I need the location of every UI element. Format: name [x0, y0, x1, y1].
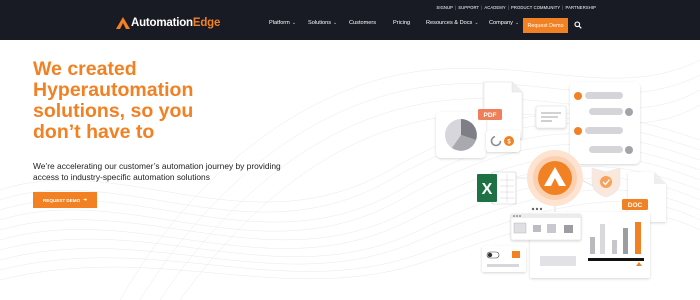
nav-solutions[interactable]: Solutions ⌄	[308, 20, 337, 26]
nav-company[interactable]: Company ⌄	[489, 20, 519, 26]
shield-check-icon	[591, 167, 621, 198]
nav-platform-label: Platform	[269, 20, 290, 26]
nav-customers[interactable]: Customers	[349, 20, 376, 26]
utility-links: SIGNUP | SUPPORT | ACADEMY | PRODUCT COMMUNITY…	[436, 5, 596, 10]
nav-pricing[interactable]: Pricing	[393, 20, 410, 26]
window-dots-icon	[531, 207, 543, 211]
automation-illustration: PDF $ X DOC	[436, 81, 666, 278]
automation-hub-icon	[527, 150, 583, 206]
site-header: SIGNUP | SUPPORT | ACADEMY | PRODUCT COMMUNITY…	[0, 0, 700, 40]
hero-subheadline: We’re accelerating our customer’s automa…	[33, 161, 281, 182]
pdf-tag: PDF	[478, 109, 502, 120]
progress-placeholder	[540, 256, 576, 266]
doc-tag: DOC	[622, 199, 648, 210]
nav-resources-label: Resources & Docs	[426, 20, 473, 26]
hero-cta-label: REQUEST DEMO	[42, 197, 81, 203]
main-nav: Platform ⌄ Solutions ⌄ Customers Pricing R…	[0, 18, 700, 34]
nav-customers-label: Customers	[349, 20, 377, 26]
support-link[interactable]: SUPPORT	[458, 5, 479, 10]
signup-link[interactable]: SIGNUP	[436, 5, 453, 10]
academy-link[interactable]: ACADEMY	[484, 5, 505, 10]
hero-request-demo-button[interactable]: REQUEST DEMO ➔	[33, 192, 97, 208]
pie-chart-icon	[445, 119, 477, 151]
nav-pricing-label: Pricing	[393, 20, 411, 26]
chevron-down-icon: ⌄	[333, 20, 338, 26]
partnership-link[interactable]: PARTNERSHIP	[566, 5, 597, 10]
toggle-card	[482, 246, 526, 272]
chevron-down-icon: ⌄	[514, 20, 520, 26]
chevron-down-icon: ⌄	[291, 20, 297, 26]
svg-text:X: X	[482, 181, 493, 198]
chevron-down-icon: ⌄	[474, 20, 479, 26]
request-demo-button[interactable]: Request Demo	[523, 18, 568, 33]
nav-platform[interactable]: Platform ⌄	[269, 20, 296, 26]
hero-headline: We created Hyperautomation solutions, so…	[33, 58, 194, 143]
pdf-label: PDF	[484, 112, 497, 119]
excel-file-icon: X	[477, 171, 517, 205]
doc-label: DOC	[628, 202, 643, 209]
nav-company-label: Company	[489, 20, 513, 26]
nav-resources-docs[interactable]: Resources & Docs ⌄	[426, 20, 479, 26]
hero-section: We created Hyperautomation solutions, so…	[0, 40, 700, 300]
product-community-link[interactable]: PRODUCT COMMUNITY	[511, 5, 560, 10]
arrow-right-icon: ➔	[83, 197, 88, 202]
search-icon[interactable]	[574, 21, 582, 29]
nav-solutions-label: Solutions	[308, 20, 332, 26]
